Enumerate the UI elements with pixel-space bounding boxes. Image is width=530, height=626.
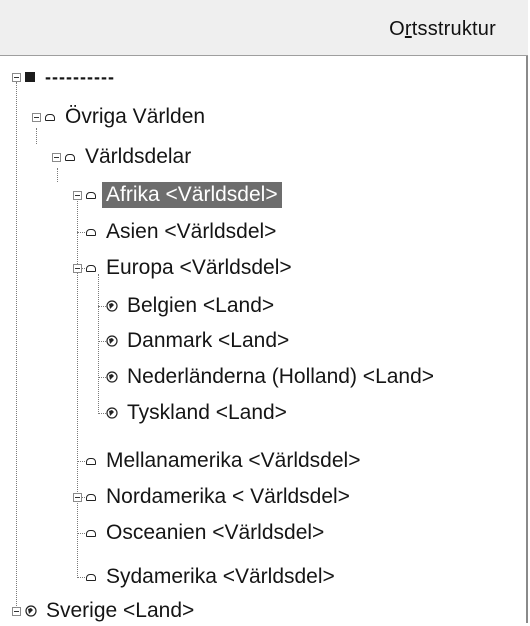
tree-node-label: Danmark <Land> [127, 329, 290, 352]
panel-header: Ortsstruktur [0, 0, 528, 56]
container-icon [86, 228, 96, 236]
container-icon [86, 457, 96, 465]
ortsstruktur-panel: Ortsstruktur ---------- Övriga Världen V… [0, 0, 528, 623]
container-icon [45, 113, 55, 121]
tree-node-label: Europa <Världsdel> [106, 256, 292, 279]
container-icon [86, 191, 96, 199]
land-icon [106, 300, 118, 312]
tree-node-label: Tyskland <Land> [127, 401, 287, 424]
container-icon [86, 264, 96, 272]
collapse-toggle-icon[interactable] [73, 492, 82, 502]
tree-node-mellanamerika[interactable]: Mellanamerika <Världsdel> [86, 446, 364, 476]
container-icon [86, 529, 96, 537]
container-icon [65, 153, 75, 161]
tree-node-label: Asien <Världsdel> [106, 220, 277, 243]
collapse-toggle-icon[interactable] [12, 72, 21, 82]
tree-node-label: Sydamerika <Världsdel> [106, 565, 335, 588]
tree-node-label: Övriga Världen [65, 105, 206, 128]
land-icon [106, 371, 118, 383]
collapse-toggle-icon[interactable] [73, 263, 82, 273]
container-icon [86, 493, 96, 501]
tree-node-label: Belgien <Land> [127, 294, 275, 317]
collapse-toggle-icon[interactable] [73, 190, 82, 200]
tree-node-europa[interactable]: Europa <Världsdel> [73, 253, 296, 283]
tree-node-label: Nordamerika < Världsdel> [106, 485, 350, 508]
land-icon [106, 335, 118, 347]
tree-node-label: Osceanien <Världsdel> [106, 521, 325, 544]
tree-node-osceanien[interactable]: Osceanien <Världsdel> [86, 518, 328, 548]
tree-node-danmark[interactable]: Danmark <Land> [106, 326, 293, 356]
land-icon [25, 605, 37, 617]
collapse-toggle-icon[interactable] [52, 152, 61, 162]
tree-node-sydamerika[interactable]: Sydamerika <Världsdel> [86, 562, 339, 592]
collapse-toggle-icon[interactable] [32, 112, 41, 122]
tree-node-afrika[interactable]: Afrika <Världsdel> [73, 180, 282, 210]
tree-node-sverige[interactable]: Sverige <Land> [12, 596, 198, 626]
panel-title: Ortsstruktur [389, 18, 496, 40]
tree-node-nordamerika[interactable]: Nordamerika < Världsdel> [73, 482, 354, 512]
tree-node-label: ---------- [45, 67, 115, 87]
tree-node-label: Nederländerna (Holland) <Land> [127, 365, 435, 388]
tree-node-varldsdelar[interactable]: Världsdelar [52, 142, 195, 172]
tree-node-ovriga-varlden[interactable]: Övriga Världen [32, 102, 209, 132]
root-square-icon [25, 72, 35, 82]
tree-node-label: Världsdelar [85, 145, 192, 168]
location-tree[interactable]: ---------- Övriga Världen Världsdelar Af… [0, 56, 528, 623]
tree-node-asien[interactable]: Asien <Världsdel> [86, 217, 280, 247]
tree-node-belgien[interactable]: Belgien <Land> [106, 291, 278, 321]
tree-root[interactable]: ---------- [12, 62, 119, 92]
land-icon [106, 407, 118, 419]
container-icon [86, 573, 96, 581]
tree-node-tyskland[interactable]: Tyskland <Land> [106, 398, 291, 428]
tree-node-label: Sverige <Land> [46, 599, 195, 622]
expand-toggle-icon[interactable] [12, 606, 21, 616]
tree-node-nederlanderna[interactable]: Nederländerna (Holland) <Land> [106, 362, 438, 392]
tree-node-label: Mellanamerika <Världsdel> [106, 449, 361, 472]
tree-node-label: Afrika <Världsdel> [102, 182, 282, 208]
